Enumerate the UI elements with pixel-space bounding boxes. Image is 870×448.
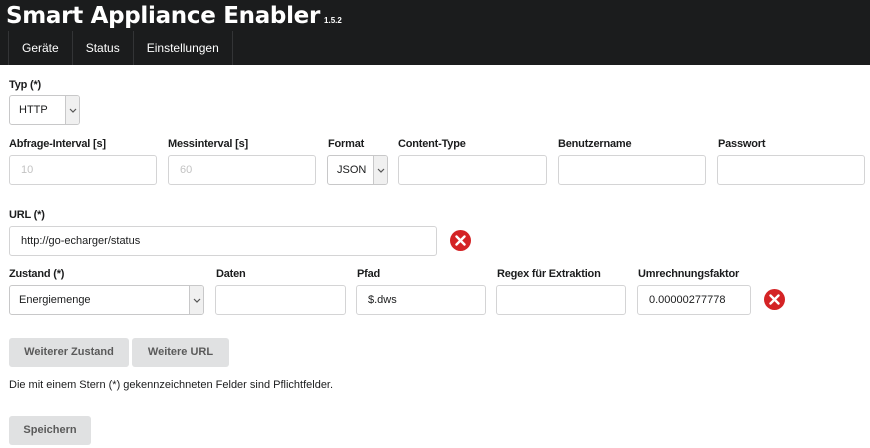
app-version: 1.5.2 <box>324 16 342 25</box>
url-input[interactable]: http://go-echarger/status <box>9 226 437 256</box>
pfad-input[interactable]: $.dws <box>356 285 486 315</box>
url-label: URL (*) <box>9 209 45 221</box>
format-label: Format <box>328 138 365 150</box>
main-nav: Geräte Status Einstellungen <box>8 31 233 65</box>
chevron-down-icon <box>65 96 79 124</box>
typ-label: Typ (*) <box>9 79 42 91</box>
nav-item-einstellungen[interactable]: Einstellungen <box>132 31 233 65</box>
app-title: Smart Appliance Enabler 1.5.2 <box>6 3 342 29</box>
content-type-input[interactable] <box>398 155 547 185</box>
pfad-label: Pfad <box>357 268 381 280</box>
chevron-down-icon <box>189 286 203 314</box>
passwort-label: Passwort <box>718 138 766 150</box>
nav-item-status[interactable]: Status <box>71 31 133 65</box>
daten-label: Daten <box>216 268 246 280</box>
abfrage-interval-label: Abfrage-Interval [s] <box>9 138 106 150</box>
typ-select-value: HTTP <box>19 104 48 116</box>
zustand-label: Zustand (*) <box>9 268 65 280</box>
delete-zustand-icon[interactable] <box>764 289 785 310</box>
zustand-select[interactable]: Energiemenge <box>9 285 204 315</box>
regex-label: Regex für Extraktion <box>497 268 601 280</box>
daten-input[interactable] <box>215 285 346 315</box>
weitere-url-button[interactable]: Weitere URL <box>132 338 229 367</box>
umrechnungsfaktor-label: Umrechnungsfaktor <box>638 268 740 280</box>
umrechnungsfaktor-input[interactable]: 0.00000277778 <box>637 285 751 315</box>
abfrage-interval-input[interactable]: 10 <box>9 155 157 185</box>
benutzername-label: Benutzername <box>558 138 632 150</box>
chevron-down-icon <box>373 156 387 184</box>
weiterer-zustand-button[interactable]: Weiterer Zustand <box>9 338 129 367</box>
app-title-text: Smart Appliance Enabler <box>6 3 321 29</box>
benutzername-input[interactable] <box>558 155 706 185</box>
nav-item-geraete[interactable]: Geräte <box>8 31 72 65</box>
format-select[interactable]: JSON <box>327 155 388 185</box>
speichern-button[interactable]: Speichern <box>9 416 91 445</box>
passwort-input[interactable] <box>717 155 865 185</box>
messinterval-input[interactable]: 60 <box>168 155 316 185</box>
delete-url-icon[interactable] <box>450 230 471 251</box>
required-fields-note: Die mit einem Stern (*) gekennzeichneten… <box>9 379 334 391</box>
format-select-value: JSON <box>337 164 367 176</box>
typ-select[interactable]: HTTP <box>9 95 80 125</box>
content-type-label: Content-Type <box>398 138 466 150</box>
messinterval-label: Messinterval [s] <box>168 138 248 150</box>
app-header: Smart Appliance Enabler 1.5.2 Geräte Stat… <box>0 0 870 65</box>
zustand-select-value: Energiemenge <box>19 294 91 306</box>
regex-input[interactable] <box>496 285 626 315</box>
